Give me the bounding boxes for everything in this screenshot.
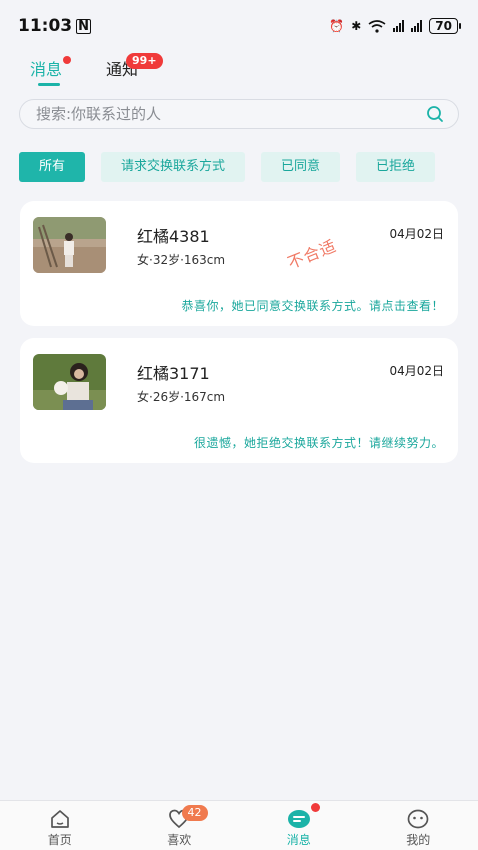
status-stamp: 不合适: [284, 236, 340, 273]
search-input[interactable]: [36, 105, 426, 123]
tab-messages[interactable]: 消息: [30, 56, 72, 86]
messages-unread-dot: [311, 803, 320, 812]
clock-text: 11:03: [18, 16, 73, 36]
tab-messages-label: 消息: [30, 60, 63, 79]
home-icon: [50, 810, 69, 828]
contact-name: 红橘4381: [137, 227, 210, 246]
filter-all[interactable]: 所有: [19, 152, 86, 182]
unread-dot: [63, 56, 72, 64]
search-icon[interactable]: [426, 105, 444, 123]
profile-face-icon: [407, 809, 429, 829]
nav-home-label: 首页: [47, 833, 72, 847]
signal-4g-icon: [411, 20, 423, 32]
avatar-photo: [33, 217, 106, 273]
message-icon: [287, 810, 310, 828]
message-card[interactable]: 红橘4381 女·32岁·163cm 04月02日 不合适 恭喜你，她已同意交换…: [20, 201, 458, 326]
status-bar: 11:03 N ⏰ ✱ 70: [0, 0, 478, 52]
alarm-icon: ⏰: [329, 19, 345, 33]
filter-agreed[interactable]: 已同意: [261, 152, 341, 182]
search-bar: [19, 99, 459, 129]
filter-rejected[interactable]: 已拒绝: [356, 152, 436, 182]
contact-info: 女·26岁·167cm: [137, 390, 226, 404]
filter-request-exchange[interactable]: 请求交换联系方式: [101, 152, 246, 182]
message-date: 04月02日: [389, 227, 444, 241]
nav-profile[interactable]: 我的: [359, 801, 478, 850]
nav-messages[interactable]: 消息: [239, 801, 359, 850]
active-tab-indicator: [38, 83, 60, 86]
contact-name: 红橘3171: [137, 364, 210, 383]
message-card[interactable]: 红橘3171 女·26岁·167cm 04月02日 很遗憾，她拒绝交换联系方式！…: [20, 338, 458, 463]
top-tabs: 消息 通知 99+: [30, 53, 163, 86]
bottom-nav: 首页 42 喜欢 消息 我的: [0, 800, 478, 850]
status-icons: ⏰ ✱ 70: [329, 18, 461, 34]
nav-likes-label: 喜欢: [167, 833, 192, 847]
filter-chips: 所有 请求交换联系方式 已同意 已拒绝: [19, 152, 478, 182]
notification-count-badge: 99+: [126, 53, 163, 69]
status-time: 11:03 N: [18, 16, 92, 36]
avatar-photo: [33, 354, 106, 410]
message-text: 恭喜你，她已同意交换联系方式。请点击查看！: [181, 299, 444, 313]
likes-count-badge: 42: [181, 805, 208, 821]
wifi-icon: [368, 19, 386, 33]
signal-icon: [393, 20, 405, 32]
message-text: 很遗憾，她拒绝交换联系方式！请继续努力。: [193, 436, 444, 450]
nav-home[interactable]: 首页: [0, 801, 120, 850]
bluetooth-icon: ✱: [351, 19, 362, 33]
nfc-icon: N: [76, 18, 92, 34]
message-date: 04月02日: [389, 364, 444, 378]
battery-icon: 70: [429, 18, 461, 34]
contact-info: 女·32岁·163cm: [137, 253, 226, 267]
tab-notifications[interactable]: 通知 99+: [106, 53, 163, 80]
nav-messages-label: 消息: [286, 833, 311, 847]
nav-likes[interactable]: 42 喜欢: [120, 801, 240, 850]
nav-profile-label: 我的: [406, 833, 431, 847]
